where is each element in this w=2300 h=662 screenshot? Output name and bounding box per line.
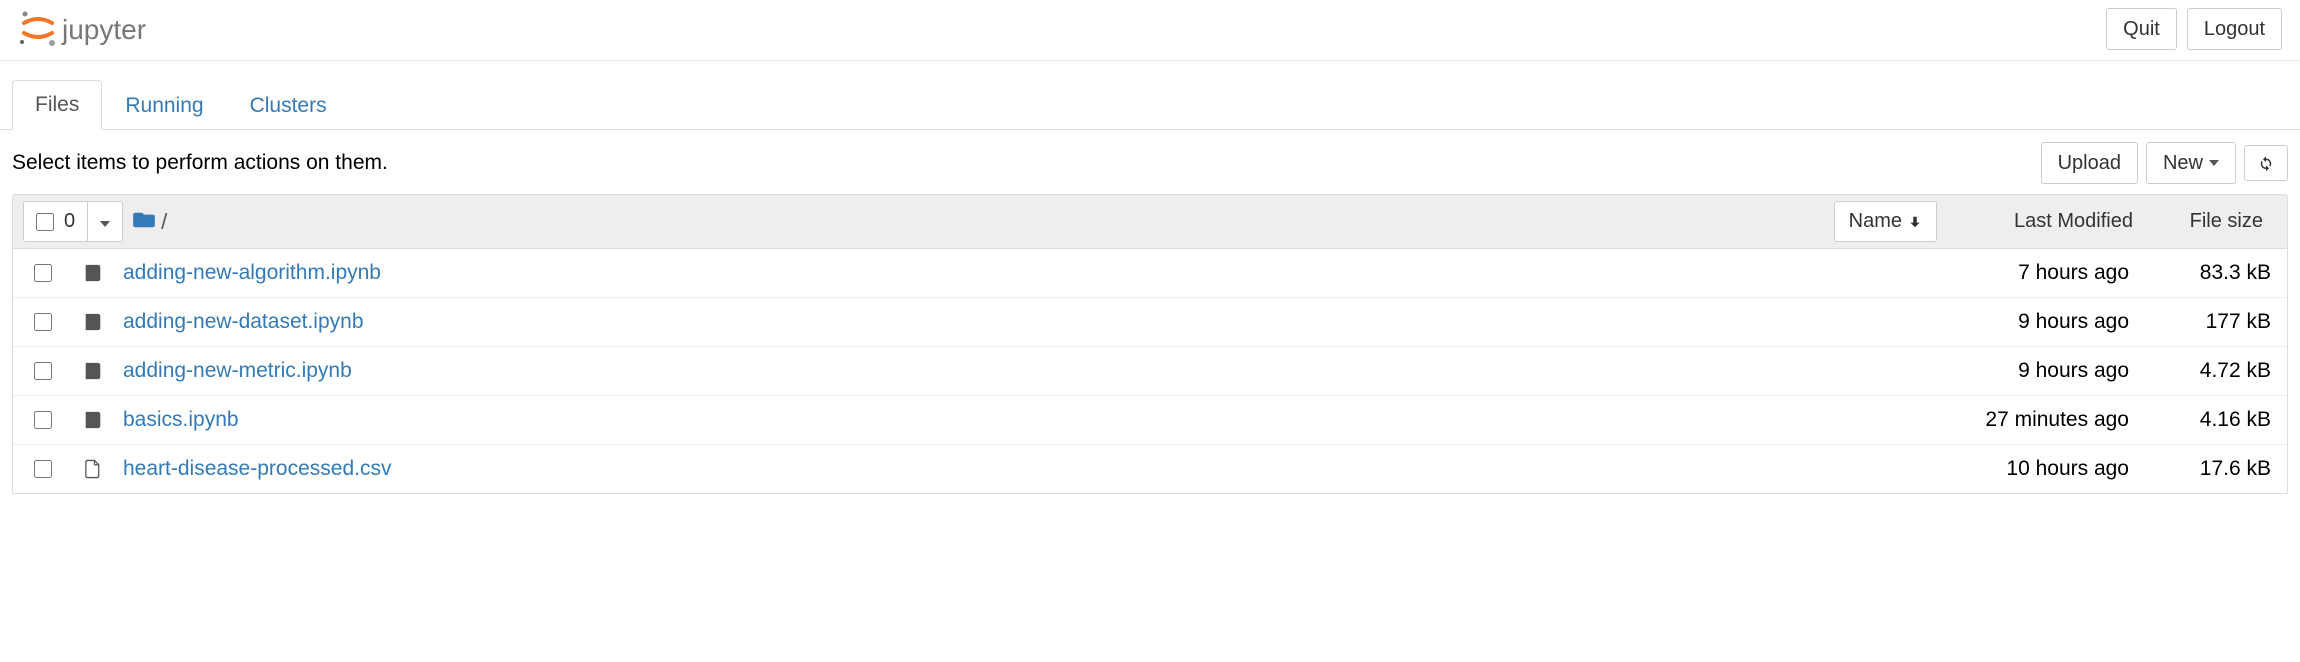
selected-count: 0 — [64, 210, 75, 233]
notebook-icon — [81, 361, 105, 381]
select-all-checkbox[interactable] — [36, 213, 54, 231]
quit-button[interactable]: Quit — [2106, 8, 2177, 50]
file-row: adding-new-algorithm.ipynb 7 hours ago 8… — [13, 249, 2287, 298]
file-modified: 10 hours ago — [1939, 457, 2139, 481]
notebook-icon — [81, 263, 105, 283]
col-size-header[interactable]: File size — [2157, 202, 2277, 241]
tab-running[interactable]: Running — [102, 81, 226, 130]
folder-icon[interactable] — [133, 209, 155, 235]
select-all-control: 0 — [23, 201, 123, 242]
file-size: 177 kB — [2157, 310, 2277, 334]
row-checkbox[interactable] — [34, 264, 52, 282]
new-button[interactable]: New — [2146, 142, 2236, 184]
new-button-label: New — [2163, 151, 2203, 175]
file-modified: 9 hours ago — [1939, 310, 2139, 334]
file-size: 4.72 kB — [2157, 359, 2277, 383]
col-modified-header[interactable]: Last Modified — [1947, 202, 2147, 241]
caret-down-icon — [100, 221, 110, 227]
file-modified: 9 hours ago — [1939, 359, 2139, 383]
svg-text:jupyter: jupyter — [61, 14, 146, 45]
sort-name-button[interactable]: Name — [1834, 201, 1937, 242]
notebook-icon — [81, 312, 105, 332]
file-row: adding-new-dataset.ipynb 9 hours ago 177… — [13, 298, 2287, 347]
file-list: adding-new-algorithm.ipynb 7 hours ago 8… — [12, 249, 2288, 494]
row-checkbox[interactable] — [34, 362, 52, 380]
col-name-label: Name — [1849, 210, 1902, 233]
header-buttons: Quit Logout — [2106, 8, 2282, 50]
caret-down-icon — [2209, 160, 2219, 166]
file-name-link[interactable]: adding-new-metric.ipynb — [123, 359, 1921, 383]
file-name-link[interactable]: basics.ipynb — [123, 408, 1921, 432]
file-modified: 27 minutes ago — [1939, 408, 2139, 432]
file-row: adding-new-metric.ipynb 9 hours ago 4.72… — [13, 347, 2287, 396]
file-row: basics.ipynb 27 minutes ago 4.16 kB — [13, 396, 2287, 445]
jupyter-logo[interactable]: jupyter — [18, 9, 178, 49]
arrow-down-icon — [1908, 215, 1922, 229]
toolbar-hint: Select items to perform actions on them. — [12, 151, 388, 175]
select-menu-toggle[interactable] — [88, 202, 122, 241]
row-checkbox[interactable] — [34, 313, 52, 331]
tab-bar: Files Running Clusters — [0, 61, 2300, 130]
row-checkbox[interactable] — [34, 411, 52, 429]
file-size: 83.3 kB — [2157, 261, 2277, 285]
breadcrumb: / — [133, 209, 167, 235]
file-list-header: 0 / Name Last Modified File size — [12, 194, 2288, 249]
file-row: heart-disease-processed.csv 10 hours ago… — [13, 445, 2287, 493]
file-name-link[interactable]: adding-new-dataset.ipynb — [123, 310, 1921, 334]
tab-files[interactable]: Files — [12, 80, 102, 130]
refresh-button[interactable] — [2244, 145, 2288, 181]
logout-button[interactable]: Logout — [2187, 8, 2282, 50]
file-size: 4.16 kB — [2157, 408, 2277, 432]
jupyter-logo-icon: jupyter — [18, 9, 178, 49]
app-header: jupyter Quit Logout — [0, 0, 2300, 61]
file-icon — [81, 459, 105, 479]
refresh-icon — [2257, 154, 2275, 172]
notebook-icon — [81, 410, 105, 430]
tab-clusters[interactable]: Clusters — [227, 81, 350, 130]
toolbar: Select items to perform actions on them.… — [0, 130, 2300, 194]
breadcrumb-root[interactable]: / — [161, 209, 167, 235]
file-name-link[interactable]: heart-disease-processed.csv — [123, 457, 1921, 481]
upload-button[interactable]: Upload — [2041, 142, 2138, 184]
file-modified: 7 hours ago — [1939, 261, 2139, 285]
file-name-link[interactable]: adding-new-algorithm.ipynb — [123, 261, 1921, 285]
row-checkbox[interactable] — [34, 460, 52, 478]
file-size: 17.6 kB — [2157, 457, 2277, 481]
